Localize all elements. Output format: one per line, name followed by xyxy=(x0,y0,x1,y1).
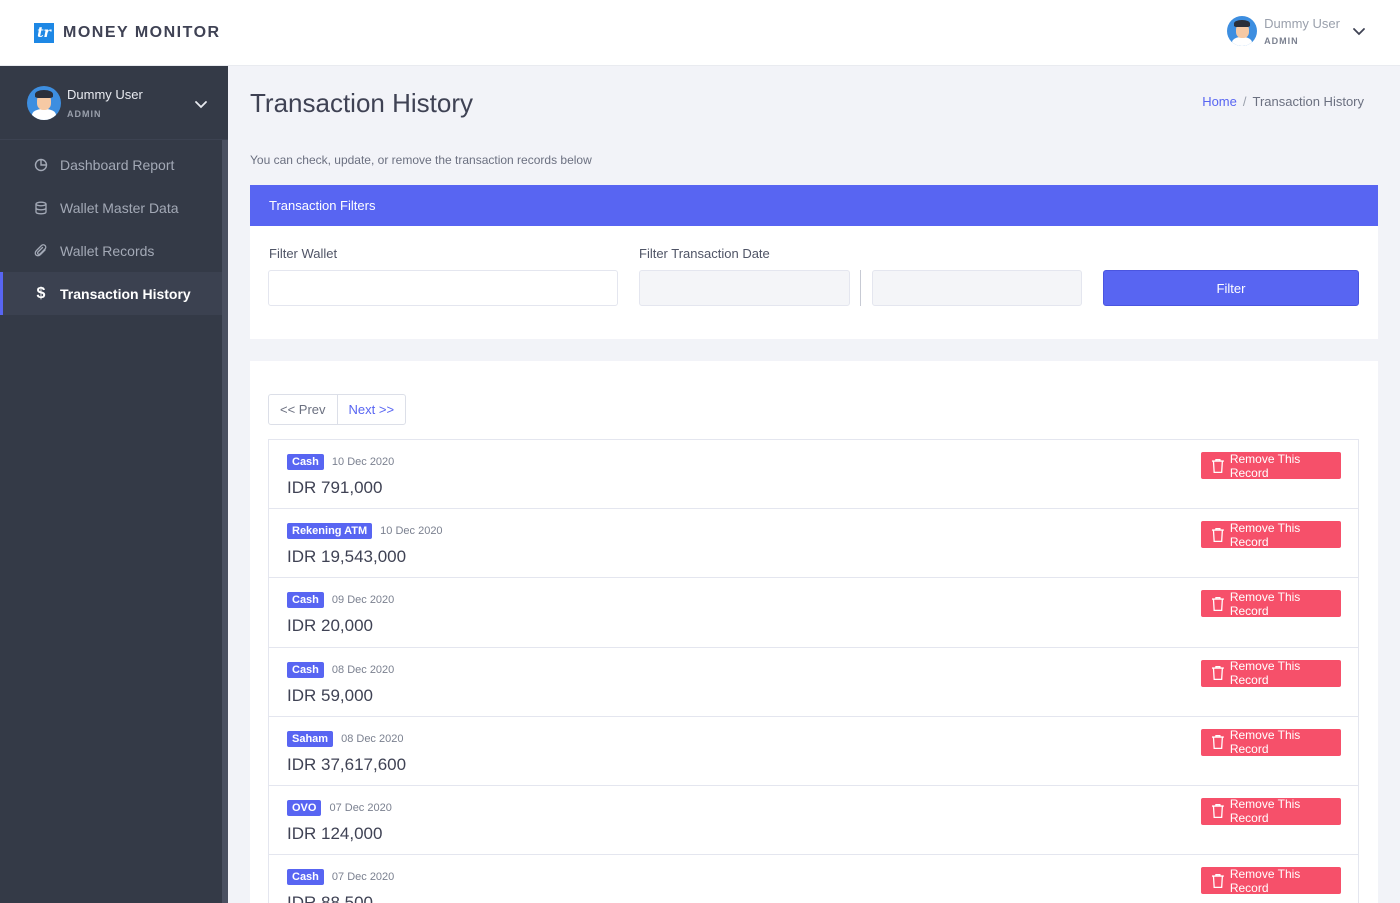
sidebar-item-label: Dashboard Report xyxy=(60,156,175,173)
filter-card-header: Transaction Filters xyxy=(250,185,1378,226)
paperclip-icon xyxy=(33,243,49,259)
records-list: Cash 10 Dec 2020 IDR 791,000 Remove This… xyxy=(268,439,1359,903)
sidebar-item-label: Transaction History xyxy=(60,285,191,302)
sidebar-item-wallet-records[interactable]: Wallet Records xyxy=(0,229,228,272)
next-page-button[interactable]: Next >> xyxy=(338,395,406,424)
user-role: ADMIN xyxy=(1264,36,1299,46)
remove-record-button[interactable]: Remove This Record xyxy=(1201,589,1341,618)
remove-record-label: Remove This Record xyxy=(1229,520,1301,549)
trash-icon xyxy=(1211,735,1224,750)
list-item: Saham 08 Dec 2020 IDR 37,617,600 Remove … xyxy=(269,717,1358,786)
record-date: 08 Dec 2020 xyxy=(341,732,404,745)
wallet-badge: Cash xyxy=(287,661,324,678)
remove-record-button[interactable]: Remove This Record xyxy=(1201,866,1341,895)
date-to-input[interactable] xyxy=(872,270,1082,306)
breadcrumb-separator: / xyxy=(1242,93,1247,109)
wallet-badge: Rekening ATM xyxy=(287,523,373,540)
filter-card: Transaction Filters Filter Wallet Filter… xyxy=(250,185,1378,339)
record-amount: IDR 124,000 xyxy=(287,823,383,843)
dollar-icon: $ xyxy=(36,284,46,302)
wallet-badge: Cash xyxy=(287,454,324,470)
trash-icon xyxy=(1211,804,1224,819)
remove-record-label: Remove This Record xyxy=(1229,589,1301,618)
list-item: OVO 07 Dec 2020 IDR 124,000 Remove This … xyxy=(269,786,1358,856)
wallet-badge: Cash xyxy=(287,869,324,886)
remove-record-button[interactable]: Remove This Record xyxy=(1201,659,1341,688)
wallet-filter-input[interactable] xyxy=(268,270,618,306)
remove-record-label: Remove This Record xyxy=(1229,728,1301,757)
record-amount: IDR 791,000 xyxy=(287,478,383,497)
app-name: MONEY MONITOR xyxy=(63,23,221,41)
sidebar: Dummy User ADMIN Dashboard Report Wallet… xyxy=(0,66,228,903)
trash-icon xyxy=(1211,527,1224,542)
trash-icon xyxy=(1211,596,1224,611)
user-menu[interactable]: Dummy User ADMIN xyxy=(1227,16,1366,46)
breadcrumb-home-link[interactable]: Home xyxy=(1202,94,1237,109)
record-amount: IDR 37,617,600 xyxy=(287,754,407,774)
list-item: Rekening ATM 10 Dec 2020 IDR 19,543,000 … xyxy=(269,509,1358,579)
page-subtitle: You can check, update, or remove the tra… xyxy=(250,153,592,167)
breadcrumb-current: Transaction History xyxy=(1252,93,1365,109)
chevron-down-icon[interactable] xyxy=(194,97,208,111)
record-amount: IDR 88,500 xyxy=(287,893,373,903)
remove-record-button[interactable]: Remove This Record xyxy=(1201,797,1341,826)
sidebar-item-label: Wallet Records xyxy=(60,242,155,259)
pagination: << Prev Next >> xyxy=(268,394,407,425)
date-from-input[interactable] xyxy=(639,270,850,306)
avatar xyxy=(27,85,61,120)
remove-record-button[interactable]: Remove This Record xyxy=(1201,520,1341,549)
prev-page-button[interactable]: << Prev xyxy=(269,395,338,424)
records-card: << Prev Next >> Cash 10 Dec 2020 IDR 791… xyxy=(250,361,1378,903)
user-name: Dummy User xyxy=(1264,16,1340,31)
list-item: Cash 07 Dec 2020 IDR 88,500 Remove This … xyxy=(269,855,1358,903)
wallet-filter-label: Filter Wallet xyxy=(269,246,338,261)
database-icon xyxy=(33,200,49,216)
chevron-down-icon[interactable] xyxy=(1352,24,1366,38)
list-item: Cash 09 Dec 2020 IDR 20,000 Remove This … xyxy=(269,578,1358,648)
record-date: 10 Dec 2020 xyxy=(331,456,395,468)
remove-record-label: Remove This Record xyxy=(1229,659,1301,688)
record-date: 07 Dec 2020 xyxy=(331,871,395,884)
record-amount: IDR 20,000 xyxy=(287,616,373,636)
record-date: 07 Dec 2020 xyxy=(329,801,392,814)
sidebar-nav: Dashboard Report Wallet Master Data Wall… xyxy=(0,143,228,315)
pie-chart-icon xyxy=(33,157,49,173)
sidebar-item-label: Wallet Master Data xyxy=(60,199,179,216)
remove-record-label: Remove This Record xyxy=(1229,797,1301,826)
wallet-badge: Saham xyxy=(287,730,334,747)
record-amount: IDR 19,543,000 xyxy=(287,547,407,567)
sidebar-item-wallet-master-data[interactable]: Wallet Master Data xyxy=(0,186,228,229)
remove-record-label: Remove This Record xyxy=(1229,451,1301,480)
avatar xyxy=(1227,16,1258,46)
sidebar-item-dashboard-report[interactable]: Dashboard Report xyxy=(0,143,228,186)
wallet-badge: Cash xyxy=(287,592,324,609)
sidebar-user-name: Dummy User xyxy=(67,86,143,102)
sidebar-user[interactable]: Dummy User ADMIN xyxy=(0,66,228,140)
record-date: 08 Dec 2020 xyxy=(331,663,395,676)
record-date: 09 Dec 2020 xyxy=(331,594,395,607)
remove-record-label: Remove This Record xyxy=(1229,866,1301,895)
breadcrumb: Home / Transaction History xyxy=(1188,82,1378,120)
list-item: Cash 10 Dec 2020 IDR 791,000 Remove This… xyxy=(269,440,1358,510)
trash-icon xyxy=(1211,873,1224,888)
list-item: Cash 08 Dec 2020 IDR 59,000 Remove This … xyxy=(269,648,1358,717)
app-logo-icon: tr xyxy=(34,22,54,43)
brand[interactable]: tr MONEY MONITOR xyxy=(34,22,221,43)
remove-record-button[interactable]: Remove This Record xyxy=(1201,451,1341,480)
remove-record-button[interactable]: Remove This Record xyxy=(1201,728,1341,757)
sidebar-item-transaction-history[interactable]: $ Transaction History xyxy=(0,272,228,315)
date-filter-label: Filter Transaction Date xyxy=(639,246,770,261)
sidebar-scrollbar[interactable] xyxy=(222,140,228,903)
filter-button[interactable]: Filter xyxy=(1103,270,1359,306)
trash-icon xyxy=(1211,666,1224,681)
top-navbar: tr MONEY MONITOR Dummy User ADMIN xyxy=(0,0,1400,66)
date-range-divider xyxy=(860,270,861,306)
wallet-badge: OVO xyxy=(287,799,322,816)
record-amount: IDR 59,000 xyxy=(287,685,373,705)
record-date: 10 Dec 2020 xyxy=(380,525,443,538)
trash-icon xyxy=(1211,458,1224,473)
sidebar-user-role: ADMIN xyxy=(67,108,102,119)
page-title: Transaction History xyxy=(250,88,473,118)
